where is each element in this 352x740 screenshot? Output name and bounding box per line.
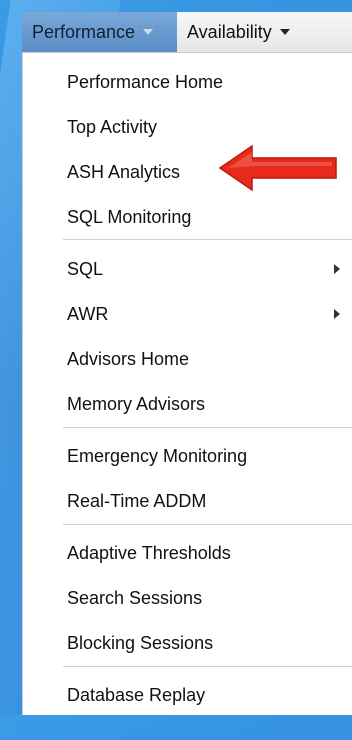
menu-tab-availability-label: Availability — [187, 21, 272, 42]
menu-item-label: Advisors Home — [67, 348, 190, 369]
menu-item-label: Search Sessions — [67, 587, 203, 608]
menu-item-sql-monitoring[interactable]: SQL Monitoring — [67, 200, 352, 234]
chevron-down-icon — [279, 29, 290, 35]
menu-item-label: Performance Home — [67, 71, 224, 92]
chevron-right-icon — [334, 309, 340, 319]
menu-item-emergency-monitoring[interactable]: Emergency Monitoring — [67, 439, 352, 473]
menu-item-label: Real-Time ADDM — [67, 490, 207, 511]
menu-item-label: SQL — [67, 258, 104, 279]
menu-item-label: Top Activity — [67, 116, 158, 137]
menu-item-database-replay[interactable]: Database Replay — [67, 678, 352, 712]
menu-item-blocking-sessions[interactable]: Blocking Sessions — [67, 626, 352, 660]
menu-item-label: Database Replay — [67, 684, 206, 705]
menu-item-label: Adaptive Thresholds — [67, 542, 231, 563]
menu-divider — [63, 239, 352, 240]
menu-item-label: SQL Monitoring — [67, 206, 192, 227]
menu-tab-performance[interactable]: Performance — [22, 12, 177, 52]
menu-item-top-activity[interactable]: Top Activity — [67, 110, 352, 144]
menu-divider — [63, 524, 352, 525]
menu-item-search-sessions[interactable]: Search Sessions — [67, 581, 352, 615]
menu-item-label: Emergency Monitoring — [67, 445, 248, 466]
menu-item-adaptive-thresholds[interactable]: Adaptive Thresholds — [67, 536, 352, 570]
menu-divider — [63, 427, 352, 428]
menu-item-label: Memory Advisors — [67, 393, 206, 414]
menu-item-advisors-home[interactable]: Advisors Home — [67, 342, 352, 376]
chevron-right-icon — [334, 264, 340, 274]
red-arrow-shape — [218, 144, 337, 192]
menu-tab-performance-label: Performance — [32, 21, 136, 42]
menu-tab-availability[interactable]: Availability — [177, 12, 300, 52]
menu-item-label: ASH Analytics — [67, 161, 181, 182]
menu-item-real-time-addm[interactable]: Real-Time ADDM — [67, 484, 352, 518]
menu-item-awr[interactable]: AWR — [67, 297, 352, 331]
menu-item-label: AWR — [67, 303, 109, 324]
menu-divider — [63, 666, 352, 667]
menu-item-sql[interactable]: SQL — [67, 252, 352, 286]
menubar: Performance Availability — [22, 12, 352, 53]
menu-item-label: Blocking Sessions — [67, 632, 214, 653]
menu-item-performance-home[interactable]: Performance Home — [67, 65, 352, 99]
chevron-down-icon — [143, 29, 154, 35]
menu-item-memory-advisors[interactable]: Memory Advisors — [67, 387, 352, 421]
red-arrow-icon — [218, 144, 337, 192]
